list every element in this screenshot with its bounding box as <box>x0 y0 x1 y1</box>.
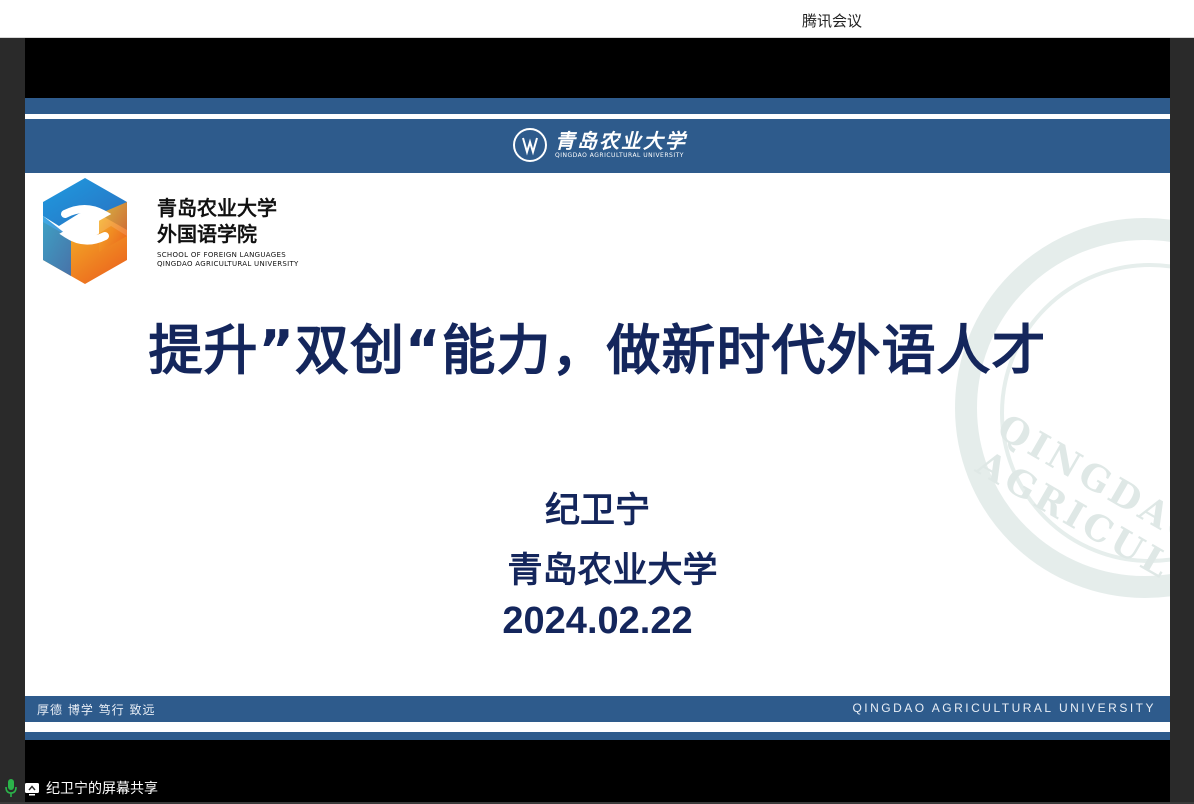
footer-motto: 厚德 博学 笃行 致远 <box>37 703 156 717</box>
presentation-date: 2024.02.22 <box>502 600 693 642</box>
left-margin <box>0 38 25 804</box>
presenter-organization: 青岛农业大学 <box>507 551 718 591</box>
university-name-cn: 青岛农业大学 <box>555 129 687 153</box>
window-titlebar: 腾讯会议 <box>0 0 1194 38</box>
presentation-slide: 青岛农业大学 QINGDAO AGRICULTURAL UNIVERSITY Q… <box>25 98 1170 740</box>
screen-share-icon <box>24 781 40 796</box>
university-emblem-icon <box>513 128 547 162</box>
school-name-en-2: QINGDAO AGRICULTURAL UNIVERSITY <box>157 260 299 268</box>
screen-share-label: 纪卫宁的屏幕共享 <box>46 781 158 797</box>
mic-icon[interactable] <box>4 778 18 798</box>
school-name-block: 青岛农业大学 外国语学院 SCHOOL OF FOREIGN LANGUAGES… <box>157 195 299 269</box>
slide-title: 提升”双创“能力，做新时代外语人才 <box>148 319 1047 382</box>
school-name-en-1: SCHOOL OF FOREIGN LANGUAGES <box>157 251 286 259</box>
presenter-name: 纪卫宁 <box>544 491 650 531</box>
university-logo: 青岛农业大学 QINGDAO AGRICULTURAL UNIVERSITY <box>513 128 687 162</box>
footer-university-en: QINGDAO AGRICULTURAL UNIVERSITY <box>852 701 1156 715</box>
slide-top-band <box>25 98 1170 114</box>
university-name-en: QINGDAO AGRICULTURAL UNIVERSITY <box>555 152 684 159</box>
slide-bottom-stripe <box>25 732 1170 740</box>
right-margin <box>1169 38 1194 804</box>
school-name-cn-1: 青岛农业大学 <box>157 196 277 220</box>
app-title: 腾讯会议 <box>801 12 862 30</box>
school-name-cn-2: 外国语学院 <box>157 222 257 246</box>
screen-share-status: 纪卫宁的屏幕共享 <box>0 774 604 802</box>
school-logo-icon <box>37 176 133 286</box>
slide-footer-band: 厚德 博学 笃行 致远 QINGDAO AGRICULTURAL UNIVERS… <box>25 696 1170 722</box>
